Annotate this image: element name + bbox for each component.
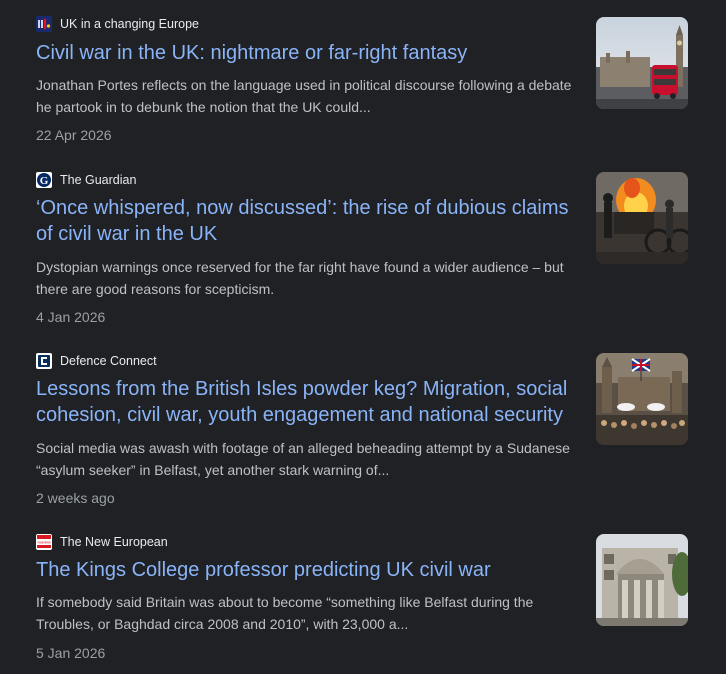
- source-name: The Guardian: [60, 173, 137, 187]
- parliament-crowd-thumbnail[interactable]: [596, 353, 688, 445]
- svg-text:THE NEW EUROPEAN: THE NEW EUROPEAN: [38, 541, 51, 545]
- article-snippet: Jonathan Portes reflects on the language…: [36, 77, 572, 115]
- source-row[interactable]: G The Guardian: [36, 172, 136, 188]
- article-headline[interactable]: The Kings College professor predicting U…: [36, 557, 581, 583]
- uk-in-a-changing-europe-logo-icon: [36, 16, 52, 32]
- article-headline[interactable]: ‘Once whispered, now discussed’: the ris…: [36, 195, 581, 247]
- article-date: 2 weeks ago: [36, 490, 115, 506]
- article-date: 22 Apr 2026: [36, 127, 112, 143]
- defence-connect-logo-icon: [36, 353, 52, 369]
- source-row[interactable]: THE NEW EUROPEAN The New European: [36, 534, 168, 550]
- source-name: Defence Connect: [60, 354, 157, 368]
- westminster-red-bus-thumbnail[interactable]: [596, 17, 688, 109]
- guardian-g-logo-icon: G: [36, 172, 52, 188]
- news-feed: UK in a changing Europe Civil war in the…: [0, 0, 726, 674]
- article-date: 5 Jan 2026: [36, 645, 106, 661]
- article-headline[interactable]: Lessons from the British Isles powder ke…: [36, 376, 581, 428]
- kings-college-building-thumbnail[interactable]: [596, 534, 688, 626]
- source-name: The New European: [60, 535, 168, 549]
- svg-text:G: G: [40, 175, 49, 187]
- article-snippet: Social media was awash with footage of a…: [36, 440, 570, 478]
- source-row[interactable]: Defence Connect: [36, 353, 157, 369]
- new-european-logo-icon: THE NEW EUROPEAN: [36, 534, 52, 550]
- riot-fire-thumbnail[interactable]: [596, 172, 688, 264]
- source-row[interactable]: UK in a changing Europe: [36, 16, 199, 32]
- article-snippet: If somebody said Britain was about to be…: [36, 594, 534, 632]
- article-snippet: Dystopian warnings once reserved for the…: [36, 259, 564, 297]
- article-headline[interactable]: Civil war in the UK: nightmare or far-ri…: [36, 40, 581, 66]
- source-name: UK in a changing Europe: [60, 17, 199, 31]
- article-date: 4 Jan 2026: [36, 309, 106, 325]
